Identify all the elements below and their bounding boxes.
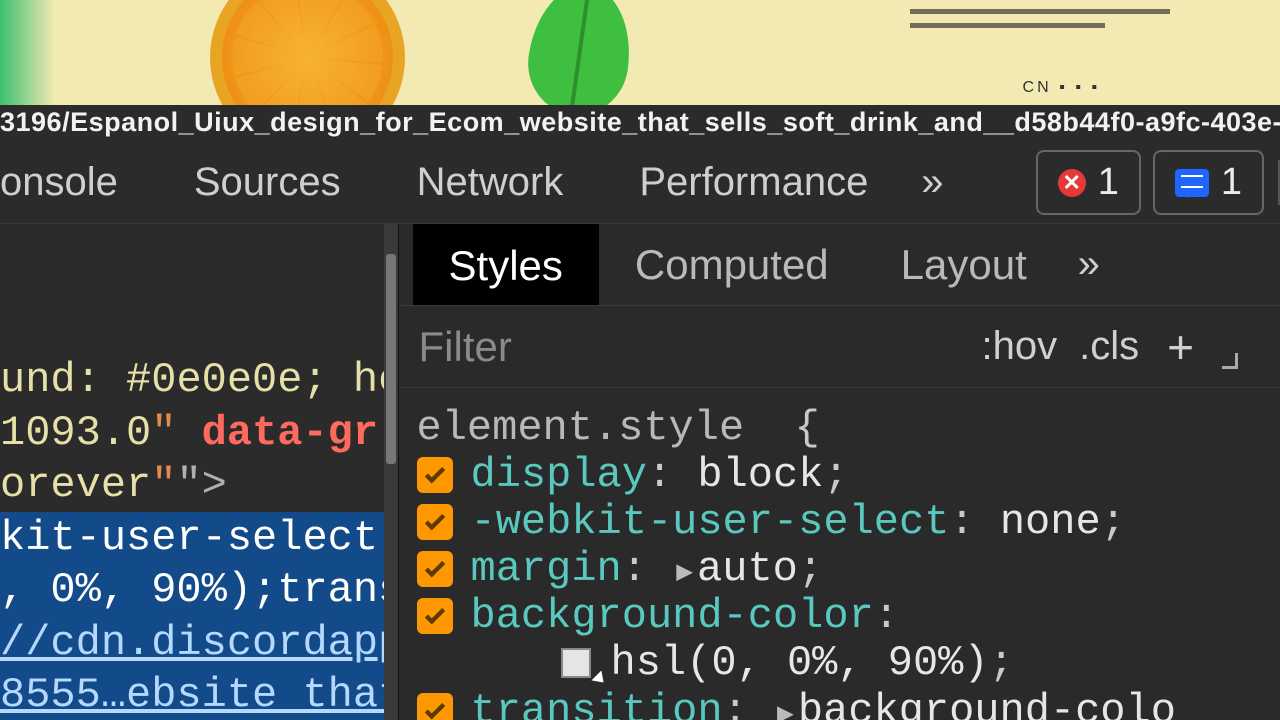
css-rules-list[interactable]: element.style { display: block; -webkit-… bbox=[399, 388, 1280, 720]
resize-corner-icon bbox=[1222, 353, 1238, 369]
selected-element-row[interactable]: kit-user-select: none;margi , 0%, 90%);t… bbox=[0, 512, 398, 720]
styles-filter-row: :hov .cls + bbox=[399, 306, 1280, 388]
tab-sources[interactable]: Sources bbox=[156, 142, 379, 223]
decl-toggle-checkbox[interactable] bbox=[417, 457, 453, 493]
subtab-styles[interactable]: Styles bbox=[413, 224, 599, 305]
styles-filter-input[interactable] bbox=[419, 323, 960, 371]
hov-toggle[interactable]: :hov bbox=[982, 324, 1058, 369]
styles-panel: Styles Computed Layout » :hov .cls + ele… bbox=[398, 224, 1280, 720]
orange-slice-graphic bbox=[210, 0, 405, 105]
tab-console[interactable]: onsole bbox=[0, 142, 156, 223]
decl-transition[interactable]: transition: ▶background-colo bbox=[417, 689, 1280, 720]
shorthand-expand-icon[interactable]: ▶ bbox=[777, 700, 794, 720]
message-icon bbox=[1175, 169, 1209, 197]
subtab-computed[interactable]: Computed bbox=[599, 224, 865, 305]
devtools-tabstrip: onsole Sources Network Performance » ✕ 1… bbox=[0, 142, 1280, 224]
error-icon: ✕ bbox=[1058, 169, 1086, 197]
message-count: 1 bbox=[1221, 161, 1242, 204]
leaf-graphic bbox=[521, 0, 638, 105]
decl-display[interactable]: display: block; bbox=[417, 453, 1280, 497]
error-count-badge[interactable]: ✕ 1 bbox=[1036, 150, 1141, 215]
new-style-rule-button[interactable]: + bbox=[1167, 320, 1194, 374]
styles-subtabs: Styles Computed Layout » bbox=[399, 224, 1280, 306]
rendered-page-preview: CN ▪ ▪ ▪ bbox=[0, 0, 1280, 105]
decl-toggle-checkbox[interactable] bbox=[417, 598, 453, 634]
decl-background-color[interactable]: background-color: bbox=[417, 594, 1280, 638]
tab-network[interactable]: Network bbox=[379, 142, 602, 223]
decl-margin[interactable]: margin: ▶auto; bbox=[417, 547, 1280, 591]
tabs-overflow-icon[interactable]: » bbox=[906, 142, 958, 223]
subtab-layout[interactable]: Layout bbox=[865, 224, 1063, 305]
shorthand-expand-icon[interactable]: ▶ bbox=[676, 558, 693, 589]
elements-panel[interactable]: und: #0e0e0e; height: 100%" 1093.0" data… bbox=[0, 224, 398, 720]
decl-toggle-checkbox[interactable] bbox=[417, 693, 453, 720]
page-text-placeholder bbox=[910, 0, 1170, 37]
cls-toggle[interactable]: .cls bbox=[1079, 324, 1139, 369]
color-swatch[interactable] bbox=[561, 648, 591, 678]
error-count: 1 bbox=[1098, 161, 1119, 204]
subtabs-overflow-icon[interactable]: » bbox=[1063, 224, 1115, 305]
decl-background-color-value[interactable]: hsl(0, 0%, 90%); bbox=[417, 641, 1280, 685]
decl-webkit-user-select[interactable]: -webkit-user-select: none; bbox=[417, 500, 1280, 544]
decl-toggle-checkbox[interactable] bbox=[417, 551, 453, 587]
elements-scrollbar[interactable] bbox=[384, 224, 398, 720]
decl-toggle-checkbox[interactable] bbox=[417, 504, 453, 540]
cursor-icon bbox=[591, 671, 608, 688]
rule-selector[interactable]: element.style bbox=[417, 404, 745, 452]
message-count-badge[interactable]: 1 bbox=[1153, 150, 1264, 215]
page-small-text: CN ▪ ▪ ▪ bbox=[1023, 79, 1100, 97]
tab-performance[interactable]: Performance bbox=[601, 142, 906, 223]
file-path-bar: 3196/Espanol_Uiux_design_for_Ecom_websit… bbox=[0, 105, 1280, 142]
